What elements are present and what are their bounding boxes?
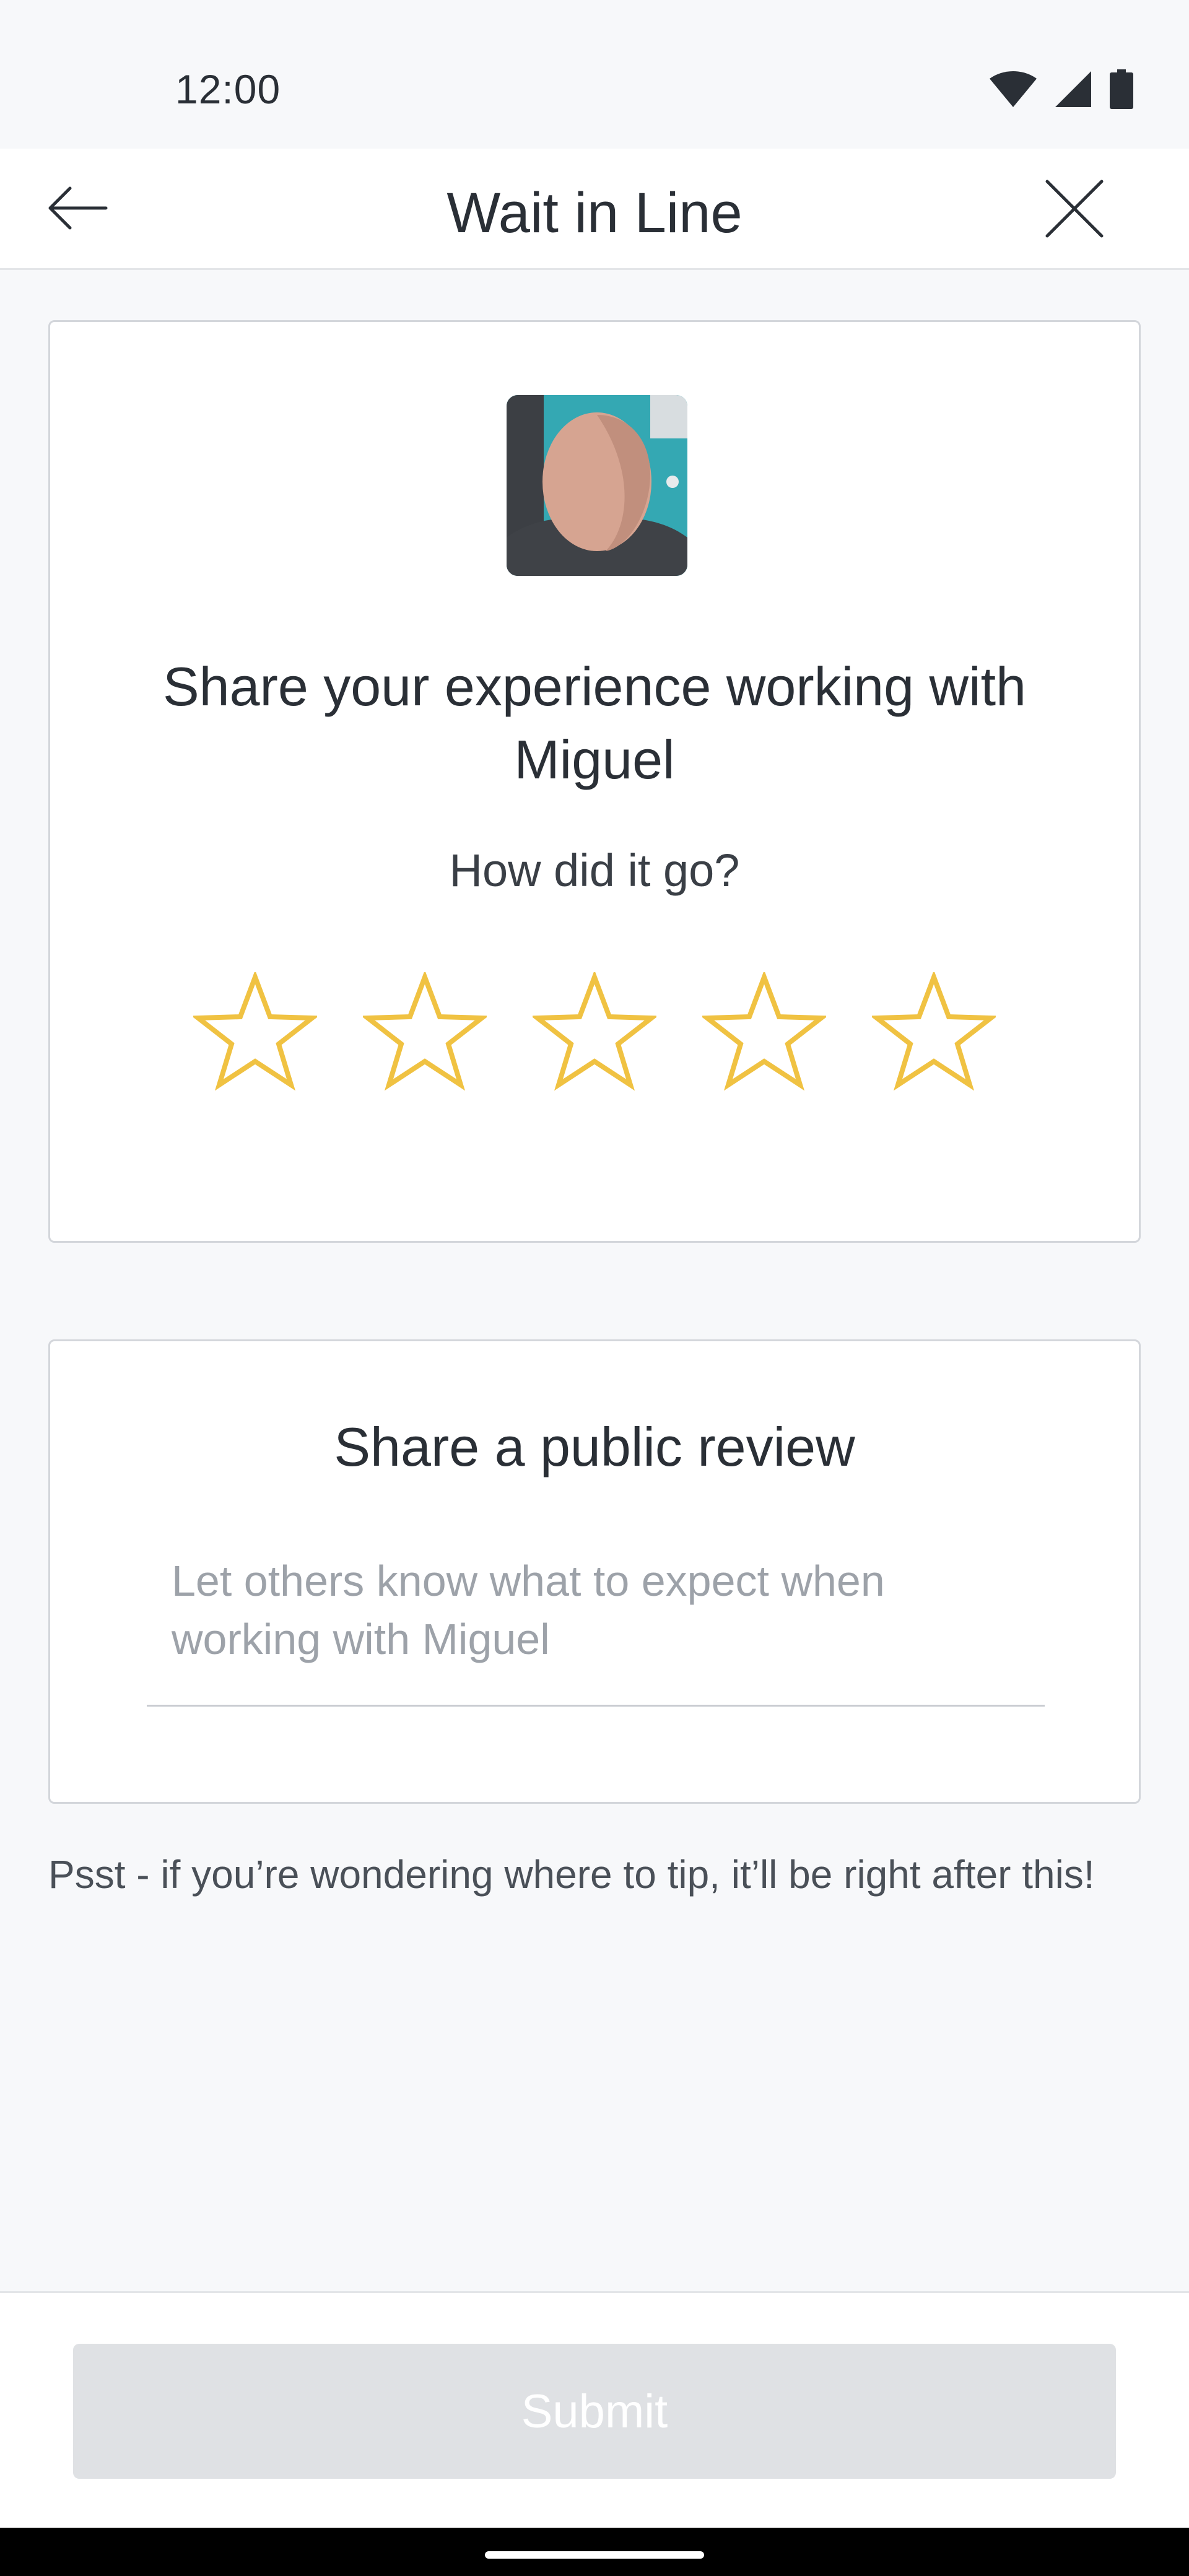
cellular-signal-icon [1055,71,1091,107]
page-title: Wait in Line [446,181,743,245]
close-button[interactable] [1040,176,1108,244]
header: Wait in Line [0,149,1189,270]
star-1-icon[interactable] [193,972,317,1094]
wifi-icon [990,71,1037,107]
review-input[interactable] [147,1552,1045,1707]
rating-heading: Share your experience working with Migue… [162,656,1027,790]
star-3-icon[interactable] [533,972,656,1094]
status-icons [990,69,1133,109]
rating-subheading: How did it go? [449,845,740,896]
close-icon [1045,179,1104,242]
home-handle[interactable] [485,2551,704,2559]
star-4-icon[interactable] [702,972,826,1094]
avatar [507,395,687,576]
status-time: 12:00 [175,66,281,112]
navigation-bar [0,2528,1189,2576]
star-rating [50,972,1139,1094]
battery-icon [1110,69,1133,109]
review-heading: Share a public review [334,1416,855,1477]
screen: 12:00 Wait in Line Share your experience… [0,0,1189,2576]
review-card: Share a public review [48,1339,1141,1804]
footer: Submit [0,2291,1189,2528]
star-5-icon[interactable] [872,972,996,1094]
status-bar: 12:00 [0,0,1189,149]
submit-button[interactable]: Submit [73,2344,1116,2479]
star-2-icon[interactable] [363,972,487,1094]
tip-note: Psst - if you’re wondering where to tip,… [48,1852,1095,1897]
rating-card: Share your experience working with Migue… [48,320,1141,1243]
